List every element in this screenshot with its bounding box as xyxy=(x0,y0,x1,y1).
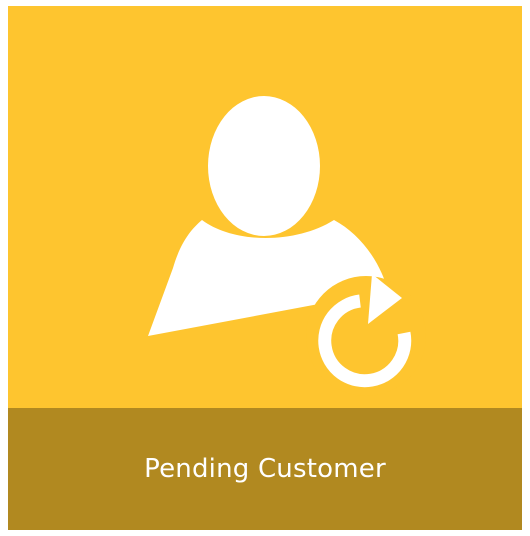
pending-customer-icon xyxy=(148,96,426,396)
tile-caption: Pending Customer xyxy=(8,408,522,530)
user-head-shape xyxy=(208,96,320,236)
pending-customer-tile[interactable]: Pending Customer xyxy=(8,6,522,530)
tile-label: Pending Customer xyxy=(144,454,386,484)
tile-artwork xyxy=(8,6,522,408)
